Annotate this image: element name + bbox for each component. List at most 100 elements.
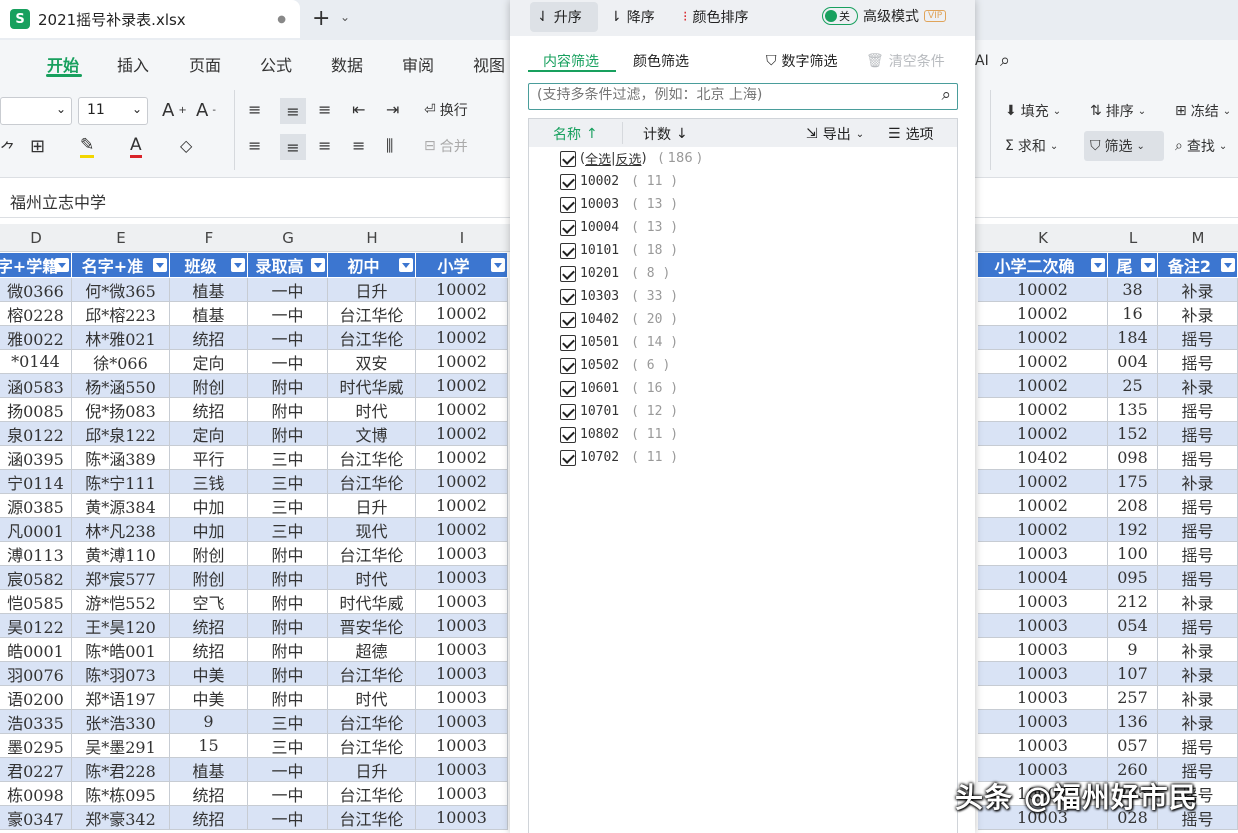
checkbox[interactable] bbox=[560, 334, 576, 351]
font-size-select[interactable]: 11 ⌄ bbox=[78, 97, 148, 125]
table-cell[interactable]: 10003 bbox=[978, 734, 1108, 758]
table-cell[interactable]: 宸0582 bbox=[0, 566, 72, 590]
table-cell[interactable]: 恺0585 bbox=[0, 590, 72, 614]
table-cell[interactable]: 三钱 bbox=[170, 470, 248, 494]
header-cell[interactable]: 小学 bbox=[416, 253, 508, 277]
table-cell[interactable]: 中加 bbox=[170, 494, 248, 518]
checkbox[interactable] bbox=[560, 196, 576, 213]
table-cell[interactable]: 175 bbox=[1108, 470, 1158, 494]
table-cell[interactable]: 附中 bbox=[248, 542, 328, 566]
table-cell[interactable]: 羽0076 bbox=[0, 662, 72, 686]
table-cell[interactable]: 一中 bbox=[248, 758, 328, 782]
table-cell[interactable]: 10003 bbox=[416, 566, 508, 590]
table-cell[interactable]: 补录 bbox=[1158, 686, 1238, 710]
table-cell[interactable]: 郑*豪342 bbox=[72, 806, 170, 830]
table-cell[interactable]: 摇号 bbox=[1158, 494, 1238, 518]
table-cell[interactable]: 补录 bbox=[1158, 374, 1238, 398]
table-cell[interactable]: 10002 bbox=[978, 518, 1108, 542]
table-cell[interactable]: 10003 bbox=[416, 734, 508, 758]
header-cell[interactable]: 录取高 bbox=[248, 253, 328, 277]
table-cell[interactable]: 摇号 bbox=[1158, 614, 1238, 638]
checkbox[interactable] bbox=[560, 265, 576, 282]
table-cell[interactable]: 时代华威 bbox=[328, 590, 416, 614]
table-cell[interactable]: 10002 bbox=[416, 302, 508, 326]
menu-review[interactable]: 审阅 bbox=[402, 52, 434, 76]
sort-descending-button[interactable]: ⇂ 降序 bbox=[610, 7, 655, 27]
table-cell[interactable]: 10002 bbox=[978, 302, 1108, 326]
table-cell[interactable]: 10402 bbox=[978, 446, 1108, 470]
table-cell[interactable]: 扬0085 bbox=[0, 398, 72, 422]
justify-icon[interactable]: ≡ bbox=[352, 136, 365, 155]
table-cell[interactable]: 三中 bbox=[248, 494, 328, 518]
table-cell[interactable]: 台江华伦 bbox=[328, 326, 416, 350]
menu-formula[interactable]: 公式 bbox=[260, 52, 292, 76]
increase-font-icon[interactable]: A + bbox=[162, 100, 187, 121]
filter-value-item[interactable]: 10003 ( 13 ) bbox=[560, 193, 678, 216]
table-cell[interactable]: 10002 bbox=[416, 350, 508, 374]
table-cell[interactable]: 台江华伦 bbox=[328, 806, 416, 830]
table-cell[interactable]: 摇号 bbox=[1158, 542, 1238, 566]
table-cell[interactable]: 统招 bbox=[170, 782, 248, 806]
table-cell[interactable]: 摇号 bbox=[1158, 398, 1238, 422]
table-cell[interactable]: 郑*宸577 bbox=[72, 566, 170, 590]
table-cell[interactable]: 源0385 bbox=[0, 494, 72, 518]
table-cell[interactable]: 10003 bbox=[416, 590, 508, 614]
table-cell[interactable]: 语0200 bbox=[0, 686, 72, 710]
table-cell[interactable]: 三中 bbox=[248, 518, 328, 542]
table-cell[interactable]: 附中 bbox=[248, 638, 328, 662]
checkbox[interactable] bbox=[560, 403, 576, 420]
sum-button[interactable]: Σ 求和 ⌄ bbox=[1005, 136, 1058, 156]
table-cell[interactable]: 附中 bbox=[248, 374, 328, 398]
table-cell[interactable]: 10003 bbox=[416, 542, 508, 566]
checkbox[interactable] bbox=[560, 380, 576, 397]
align-center-icon[interactable]: ≡ bbox=[280, 134, 306, 160]
table-cell[interactable]: 10002 bbox=[416, 494, 508, 518]
table-cell[interactable]: 一中 bbox=[248, 278, 328, 302]
table-cell[interactable]: 10002 bbox=[416, 398, 508, 422]
menu-data[interactable]: 数据 bbox=[331, 52, 363, 76]
filter-value-item[interactable]: 10502 ( 6 ) bbox=[560, 354, 670, 377]
table-cell[interactable]: 15 bbox=[170, 734, 248, 758]
table-cell[interactable]: 黄*溥110 bbox=[72, 542, 170, 566]
table-cell[interactable]: 摇号 bbox=[1158, 350, 1238, 374]
table-cell[interactable]: 10003 bbox=[416, 710, 508, 734]
table-cell[interactable]: 君0227 bbox=[0, 758, 72, 782]
table-cell[interactable]: 中美 bbox=[170, 662, 248, 686]
table-cell[interactable]: 212 bbox=[1108, 590, 1158, 614]
search-icon[interactable]: ⌕ bbox=[941, 85, 951, 105]
table-cell[interactable]: 补录 bbox=[1158, 590, 1238, 614]
header-cell[interactable]: 尾 bbox=[1108, 253, 1158, 277]
table-cell[interactable]: 三中 bbox=[248, 446, 328, 470]
font-color-icon[interactable]: A bbox=[130, 135, 142, 158]
table-cell[interactable]: 统招 bbox=[170, 326, 248, 350]
table-cell[interactable]: 统招 bbox=[170, 806, 248, 830]
table-cell[interactable]: 10003 bbox=[978, 542, 1108, 566]
table-cell[interactable]: 004 bbox=[1108, 350, 1158, 374]
table-cell[interactable]: 三中 bbox=[248, 470, 328, 494]
table-cell[interactable]: 超德 bbox=[328, 638, 416, 662]
decrease-font-icon[interactable]: A- bbox=[196, 100, 216, 121]
table-cell[interactable]: 豪0347 bbox=[0, 806, 72, 830]
table-cell[interactable]: 台江华伦 bbox=[328, 710, 416, 734]
filter-dropdown-icon[interactable] bbox=[491, 258, 505, 272]
table-cell[interactable]: 涵0395 bbox=[0, 446, 72, 470]
filter-dropdown-icon[interactable] bbox=[55, 258, 69, 272]
sort-button[interactable]: ⇅ 排序 ⌄ bbox=[1090, 101, 1146, 121]
table-cell[interactable]: 时代 bbox=[328, 398, 416, 422]
table-cell[interactable]: 057 bbox=[1108, 734, 1158, 758]
table-cell[interactable]: 摇号 bbox=[1158, 422, 1238, 446]
filter-dropdown-icon[interactable] bbox=[311, 258, 325, 272]
table-cell[interactable]: 晋安华伦 bbox=[328, 614, 416, 638]
table-cell[interactable]: 摇号 bbox=[1158, 446, 1238, 470]
table-cell[interactable]: 王*昊120 bbox=[72, 614, 170, 638]
outdent-icon[interactable]: ⇤ bbox=[352, 100, 365, 119]
table-cell[interactable]: 统招 bbox=[170, 398, 248, 422]
table-cell[interactable]: 现代 bbox=[328, 518, 416, 542]
filter-value-item[interactable]: 10303 ( 33 ) bbox=[560, 285, 678, 308]
table-cell[interactable]: 涵0583 bbox=[0, 374, 72, 398]
table-cell[interactable]: 黄*源384 bbox=[72, 494, 170, 518]
table-cell[interactable]: 补录 bbox=[1158, 302, 1238, 326]
table-cell[interactable]: 时代 bbox=[328, 686, 416, 710]
filter-value-item[interactable]: 10002 ( 11 ) bbox=[560, 170, 678, 193]
align-top-icon[interactable]: ≡ bbox=[248, 100, 261, 119]
